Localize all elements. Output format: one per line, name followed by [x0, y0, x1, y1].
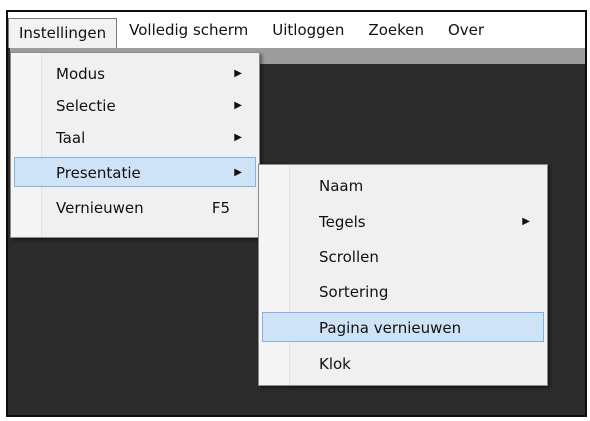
menu-item-pagina-vernieuwen[interactable]: Pagina vernieuwen [262, 312, 544, 342]
triangle-right-icon: ▶ [522, 216, 530, 227]
menu-item-label: Tegels [319, 213, 366, 231]
instellingen-dropdown: Modus ▶ Selectie ▶ Taal ▶ Presentatie ▶ … [10, 52, 260, 238]
menu-item-label: Sortering [319, 283, 389, 301]
menu-item-vernieuwen[interactable]: Vernieuwen F5 [14, 193, 256, 223]
triangle-right-icon: ▶ [234, 167, 242, 178]
shortcut-label: F5 [211, 199, 230, 217]
menu-item-label: Presentatie [56, 164, 141, 182]
menu-bar: Instellingen Volledig scherm Uitloggen Z… [8, 12, 585, 48]
menu-item-klok[interactable]: Klok [262, 349, 544, 379]
menu-item-taal[interactable]: Taal ▶ [14, 123, 256, 153]
menu-over[interactable]: Over [436, 16, 496, 44]
menu-item-label: Pagina vernieuwen [319, 319, 462, 337]
triangle-right-icon: ▶ [234, 100, 242, 111]
triangle-right-icon: ▶ [234, 132, 242, 143]
presentatie-submenu: Naam Tegels ▶ Scrollen Sortering Pagina … [258, 164, 548, 386]
menu-item-label: Selectie [56, 97, 116, 115]
menu-item-label: Scrollen [319, 248, 379, 266]
menu-volledig-scherm[interactable]: Volledig scherm [117, 16, 260, 44]
triangle-right-icon: ▶ [234, 68, 242, 79]
menu-instellingen[interactable]: Instellingen [8, 18, 118, 48]
menu-item-label: Taal [56, 129, 86, 147]
menu-item-label: Naam [319, 177, 364, 195]
menu-uitloggen[interactable]: Uitloggen [260, 16, 356, 44]
menu-zoeken[interactable]: Zoeken [356, 16, 436, 44]
menu-item-presentatie[interactable]: Presentatie ▶ [14, 157, 256, 187]
menu-item-modus[interactable]: Modus ▶ [14, 59, 256, 89]
menu-item-sortering[interactable]: Sortering [262, 277, 544, 307]
menu-item-tegels[interactable]: Tegels ▶ [262, 207, 544, 237]
menu-item-naam[interactable]: Naam [262, 171, 544, 201]
menu-item-selectie[interactable]: Selectie ▶ [14, 91, 256, 121]
menu-item-label: Klok [319, 355, 351, 373]
menu-item-label: Modus [56, 65, 105, 83]
menu-item-label: Vernieuwen [56, 199, 144, 217]
menu-item-scrollen[interactable]: Scrollen [262, 242, 544, 272]
